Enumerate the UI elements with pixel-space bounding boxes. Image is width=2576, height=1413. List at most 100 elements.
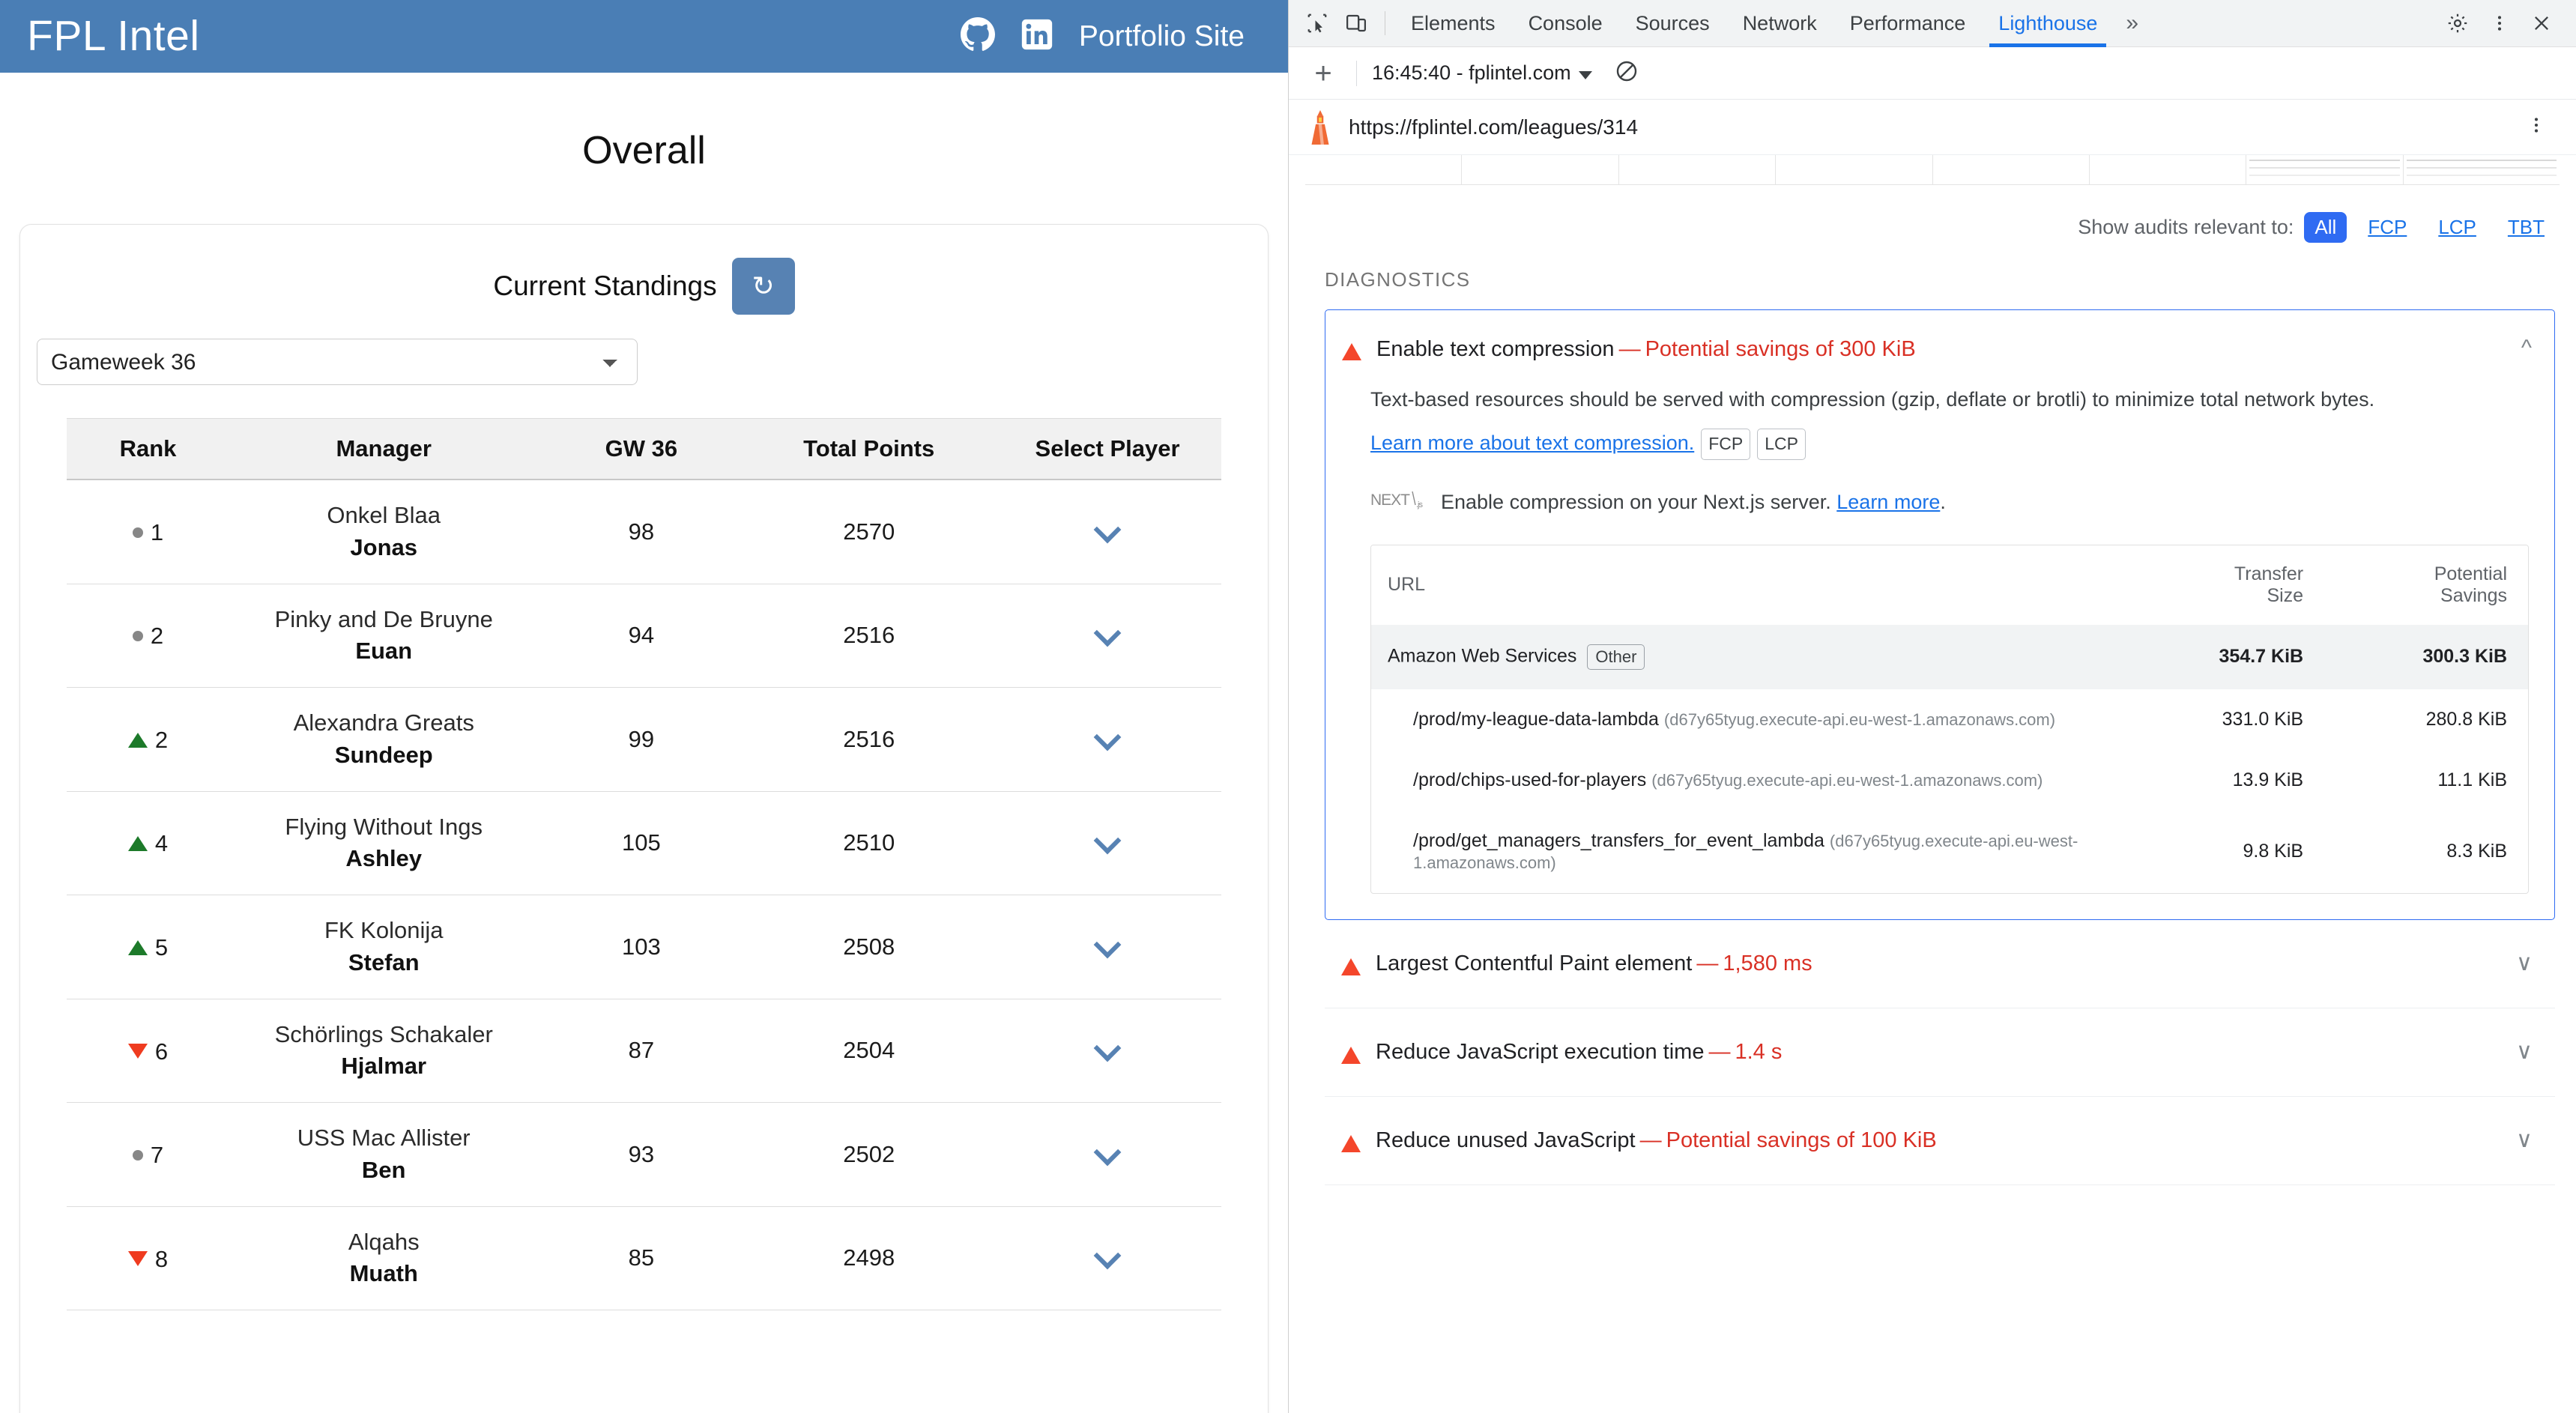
column-header-manager[interactable]: Manager [229,418,539,480]
tab-lighthouse[interactable]: Lighthouse [1982,0,2114,47]
resource-group-row[interactable]: Amazon Web Services Other 354.7 KiB 300.3… [1371,624,2528,689]
table-row[interactable]: 2 Pinky and De Bruyne Euan 94 2516 [67,584,1221,689]
audit-reduce-javascript-execution-time[interactable]: Reduce JavaScript execution time —1.4 s ∨ [1325,1008,2555,1097]
site-brand[interactable]: FPL Intel [27,15,200,58]
refresh-button[interactable]: ↻ [731,258,795,315]
audit-largest-contentful-paint-element[interactable]: Largest Contentful Paint element —1,580 m… [1325,920,2555,1008]
table-row[interactable]: 8 Alqahs Muath 85 2498 [67,1206,1221,1311]
expand-player-button[interactable] [1093,515,1122,544]
manager-name: Hjalmar [341,1053,427,1080]
nextjs-logo-icon: NEXT .js [1370,488,1426,516]
table-row[interactable]: 7 USS Mac Allister Ben 93 2502 [67,1102,1221,1207]
tab-performance[interactable]: Performance [1833,0,1983,47]
movement-same-icon [132,527,143,538]
inspect-element-icon[interactable] [1298,4,1337,43]
standings-header-row: Rank Manager GW 36 Total Points Select P… [67,418,1221,480]
chevron-down-icon[interactable]: ∨ [2516,1041,2533,1063]
filmstrip-thumbnail [1305,155,1462,184]
gameweek-select[interactable]: Gameweek 36 [37,339,638,385]
tab-console[interactable]: Console [1512,0,1619,47]
expand-player-button[interactable] [1093,1242,1122,1270]
resource-host: (d67y65tyug.execute-api.eu-west-1.amazon… [1663,709,2056,729]
filter-pill-all[interactable]: All [2304,212,2347,243]
expand-player-button[interactable] [1093,931,1122,959]
select-player-cell [994,687,1221,792]
filter-pill-fcp[interactable]: FCP [2357,212,2417,243]
chevron-up-icon[interactable]: ^ [2521,337,2532,360]
device-toolbar-icon[interactable] [1337,4,1376,43]
expand-player-button[interactable] [1093,723,1122,751]
stack-pack-row: NEXT .js Enable compression on your Next… [1370,488,2529,516]
resource-path[interactable]: /prod/my-league-data-lambda [1413,709,1659,730]
resource-group-potential-savings: 300.3 KiB [2422,646,2507,668]
resource-row[interactable]: /prod/get_managers_transfers_for_event_l… [1371,811,2528,893]
table-row[interactable]: 6 Schörlings Schakaler Hjalmar 87 2504 [67,999,1221,1104]
movement-down-icon [127,1044,148,1059]
column-header-rank[interactable]: Rank [67,418,230,480]
table-row[interactable]: 4 Flying Without Ings Ashley 105 2510 [67,791,1221,896]
gw-points-cell: 99 [538,687,745,792]
select-player-cell [994,584,1221,689]
select-player-cell [994,1102,1221,1207]
audit-reduce-unused-javascript[interactable]: Reduce unused JavaScript — Potential savin… [1325,1097,2555,1185]
close-icon[interactable] [2522,4,2561,43]
filter-pill-tbt[interactable]: TBT [2497,212,2555,243]
team-name: Onkel Blaa [327,502,441,528]
rank-value: 5 [154,934,169,960]
tab-sources[interactable]: Sources [1619,0,1726,47]
table-row[interactable]: 1 Onkel Blaa Jonas 98 2570 [67,479,1221,584]
tab-elements[interactable]: Elements [1394,0,1512,47]
portfolio-site-link[interactable]: Portfolio Site [1079,20,1245,53]
manager-name: Jonas [350,533,418,560]
linkedin-icon[interactable] [1021,18,1053,55]
gear-icon[interactable] [2438,4,2477,43]
manager-cell: Alexandra Greats Sundeep [229,687,539,792]
gw-points-cell: 85 [538,1206,745,1311]
manager-name: Sundeep [334,741,433,768]
stack-pack-text: Enable compression on your Next.js serve… [1441,491,1946,514]
report-url[interactable]: https://fplintel.com/leagues/314 [1349,115,1638,139]
filter-pill-lcp[interactable]: LCP [2428,212,2487,243]
chevron-double-right-icon[interactable]: » [2114,10,2150,36]
github-icon[interactable] [960,17,995,55]
filmstrip [1305,155,2560,185]
lighthouse-report-body[interactable]: Show audits relevant to: All FCP LCP TBT… [1289,155,2576,1413]
stack-pack-learn-more-link[interactable]: Learn more [1836,491,1940,513]
expand-player-button[interactable] [1093,826,1122,855]
kebab-menu-icon[interactable] [2527,115,2560,139]
expand-player-button[interactable] [1093,1138,1122,1167]
resource-row[interactable]: /prod/my-league-data-lambda (d67y65tyug.… [1371,689,2528,750]
resources-table-body: Amazon Web Services Other 354.7 KiB 300.3… [1371,624,2528,893]
table-row[interactable]: 5 FK Kolonija Stefan 103 2508 [67,895,1221,999]
column-header-gw[interactable]: GW 36 [538,418,745,480]
kebab-menu-icon[interactable] [2480,4,2519,43]
total-points-cell: 2502 [744,1102,994,1207]
manager-name: Muath [349,1260,418,1287]
standings-table: Rank Manager GW 36 Total Points Select P… [67,418,1221,1311]
table-row[interactable]: 2 Alexandra Greats Sundeep 99 2516 [67,687,1221,792]
audit-header[interactable]: Enable text compression — Potential saving… [1325,310,2554,384]
stack-pack-description: Enable compression on your Next.js serve… [1441,490,1831,513]
report-selector[interactable]: 16:45:40 - fplintel.com [1372,61,1592,85]
resource-group-transfer-size: 354.7 KiB [2219,646,2304,668]
resource-path[interactable]: /prod/chips-used-for-players [1413,769,1646,790]
column-header-total[interactable]: Total Points [744,418,994,480]
resource-group-name-cell: Amazon Web Services Other [1371,625,2111,689]
expand-player-button[interactable] [1093,1035,1122,1062]
manager-cell: FK Kolonija Stefan [229,895,539,999]
manager-name: Stefan [348,948,420,975]
tab-network[interactable]: Network [1726,0,1833,47]
column-header-potential-savings: Potential Savings [2320,545,2528,625]
learn-more-text-compression-link[interactable]: Learn more about text compression. [1370,432,1694,454]
devtools-tabbar: Elements Console Sources Network Perform… [1289,0,2576,47]
rank-cell: 1 [67,479,230,584]
plus-icon[interactable]: + [1305,58,1341,88]
resource-group-name: Amazon Web Services [1388,645,1577,667]
chevron-down-icon[interactable]: ∨ [2516,1129,2533,1152]
resource-row[interactable]: /prod/chips-used-for-players (d67y65tyug… [1371,750,2528,811]
chevron-down-icon[interactable]: ∨ [2516,952,2533,975]
potential-savings-line2: Savings [2440,584,2507,606]
clear-all-icon[interactable] [1615,59,1639,87]
resource-path[interactable]: /prod/get_managers_transfers_for_event_l… [1413,830,1824,851]
expand-player-button[interactable] [1093,619,1122,647]
